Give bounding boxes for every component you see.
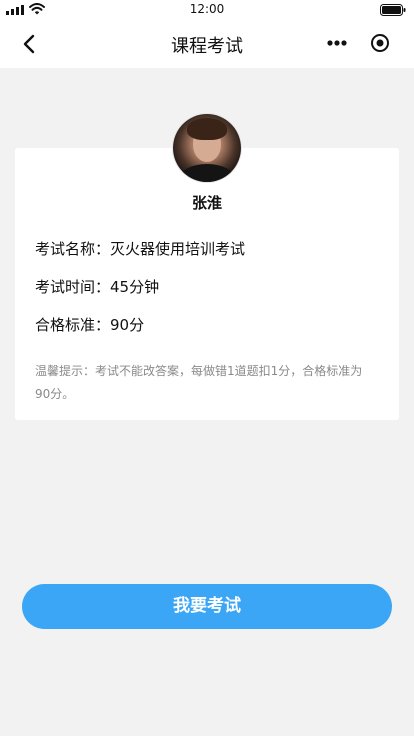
pass-standard-label: 合格标准：: [35, 316, 111, 334]
exam-name-row: 考试名称：灭火器使用培训考试: [35, 238, 245, 259]
exam-name-value: 灭火器使用培训考试: [110, 240, 246, 258]
start-exam-button[interactable]: 我要考试: [22, 584, 392, 629]
more-button[interactable]: [316, 27, 359, 59]
status-time: 12:00: [189, 2, 225, 16]
pass-standard-value: 90分: [110, 316, 145, 334]
avatar: [173, 114, 241, 182]
user-name: 张淮: [191, 194, 222, 212]
exam-time-row: 考试时间：45分钟: [35, 276, 159, 297]
battery-icon: [380, 4, 406, 16]
exam-time-label: 考试时间：: [35, 278, 111, 296]
avatar-hair: [187, 118, 227, 140]
pass-standard-row: 合格标准：90分: [35, 314, 144, 335]
status-bar: 12:00: [0, 0, 414, 20]
exam-tip: 温馨提示：考试不能改答案，每做错1道题扣1分，合格标准为90分。: [35, 364, 363, 401]
menu-capsule: [316, 27, 402, 59]
exam-name-label: 考试名称：: [35, 240, 111, 258]
exam-info-card: 张淮 考试名称：灭火器使用培训考试 考试时间：45分钟 合格标准：90分 温馨提…: [15, 148, 399, 420]
nav-bar: 课程考试: [0, 20, 414, 68]
exam-time-value: 45分钟: [110, 278, 160, 296]
more-dots-icon: [327, 40, 347, 46]
target-icon: [371, 34, 389, 52]
avatar-shirt: [179, 164, 235, 182]
close-miniprogram-button[interactable]: [359, 27, 402, 59]
